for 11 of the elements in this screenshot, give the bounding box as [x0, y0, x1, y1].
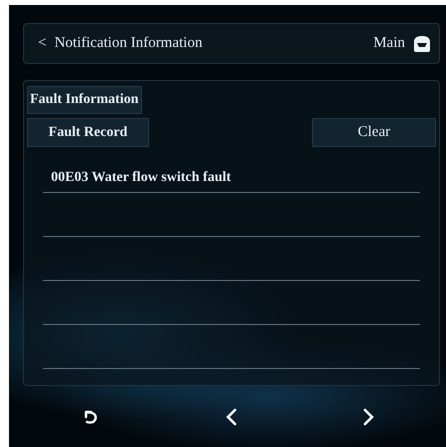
section-title: Fault Information — [27, 86, 142, 114]
fault-record-button[interactable]: Fault Record — [27, 118, 149, 147]
previous-icon[interactable] — [225, 408, 237, 426]
back-link[interactable]: < — [38, 35, 46, 52]
main-label[interactable]: Main — [373, 35, 405, 52]
undo-icon[interactable] — [83, 409, 99, 425]
fault-record: 00E03 Water flow switch fault — [51, 170, 231, 186]
clear-button[interactable]: Clear — [312, 118, 436, 147]
home-icon[interactable] — [413, 34, 431, 52]
next-icon[interactable] — [363, 408, 375, 426]
page-title: Notification Information — [54, 35, 204, 52]
